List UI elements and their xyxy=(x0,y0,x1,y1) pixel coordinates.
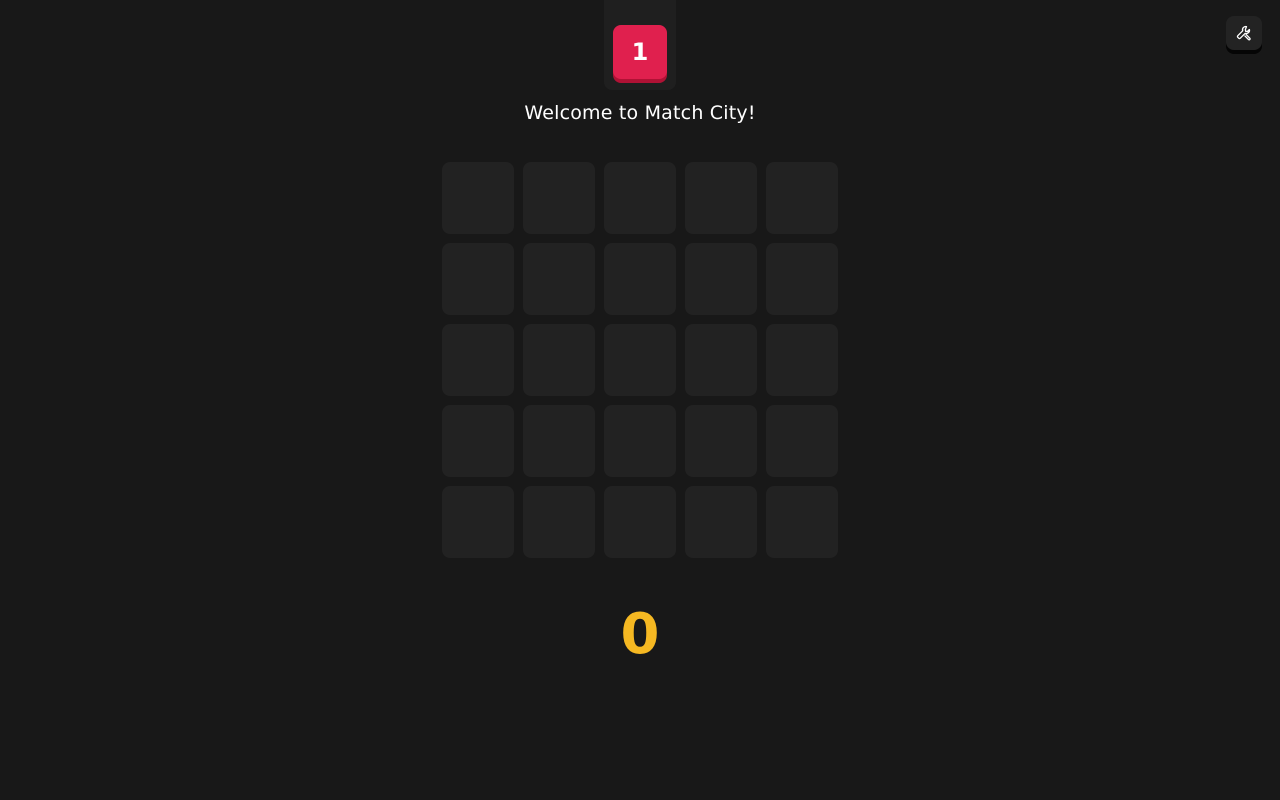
board-cell[interactable] xyxy=(523,486,595,558)
next-tile: 1 xyxy=(613,25,667,79)
board-cell[interactable] xyxy=(604,405,676,477)
board-cell[interactable] xyxy=(442,486,514,558)
board-cell[interactable] xyxy=(442,162,514,234)
board-cell[interactable] xyxy=(685,486,757,558)
next-tile-slot: 1 xyxy=(604,0,676,90)
board-cell[interactable] xyxy=(685,324,757,396)
board-cell[interactable] xyxy=(685,405,757,477)
board-cell[interactable] xyxy=(604,324,676,396)
board-cell[interactable] xyxy=(685,162,757,234)
board-cell[interactable] xyxy=(766,243,838,315)
board-cell[interactable] xyxy=(523,243,595,315)
board-cell[interactable] xyxy=(442,243,514,315)
board-cell[interactable] xyxy=(766,162,838,234)
board-cell[interactable] xyxy=(442,405,514,477)
welcome-message: Welcome to Match City! xyxy=(524,102,756,124)
board-cell[interactable] xyxy=(604,162,676,234)
score-display: 0 xyxy=(620,602,660,667)
board-cell[interactable] xyxy=(604,486,676,558)
board-cell[interactable] xyxy=(766,324,838,396)
tools-button[interactable] xyxy=(1226,16,1262,50)
board-cell[interactable] xyxy=(523,405,595,477)
board-cell[interactable] xyxy=(523,162,595,234)
board-cell[interactable] xyxy=(442,324,514,396)
board-cell[interactable] xyxy=(766,405,838,477)
wrench-icon xyxy=(1236,25,1251,41)
board-cell[interactable] xyxy=(523,324,595,396)
board-cell[interactable] xyxy=(685,243,757,315)
board-cell[interactable] xyxy=(766,486,838,558)
game-screen: 1 Welcome to Match City! 0 xyxy=(0,0,1280,800)
game-board xyxy=(442,162,838,558)
board-cell[interactable] xyxy=(604,243,676,315)
